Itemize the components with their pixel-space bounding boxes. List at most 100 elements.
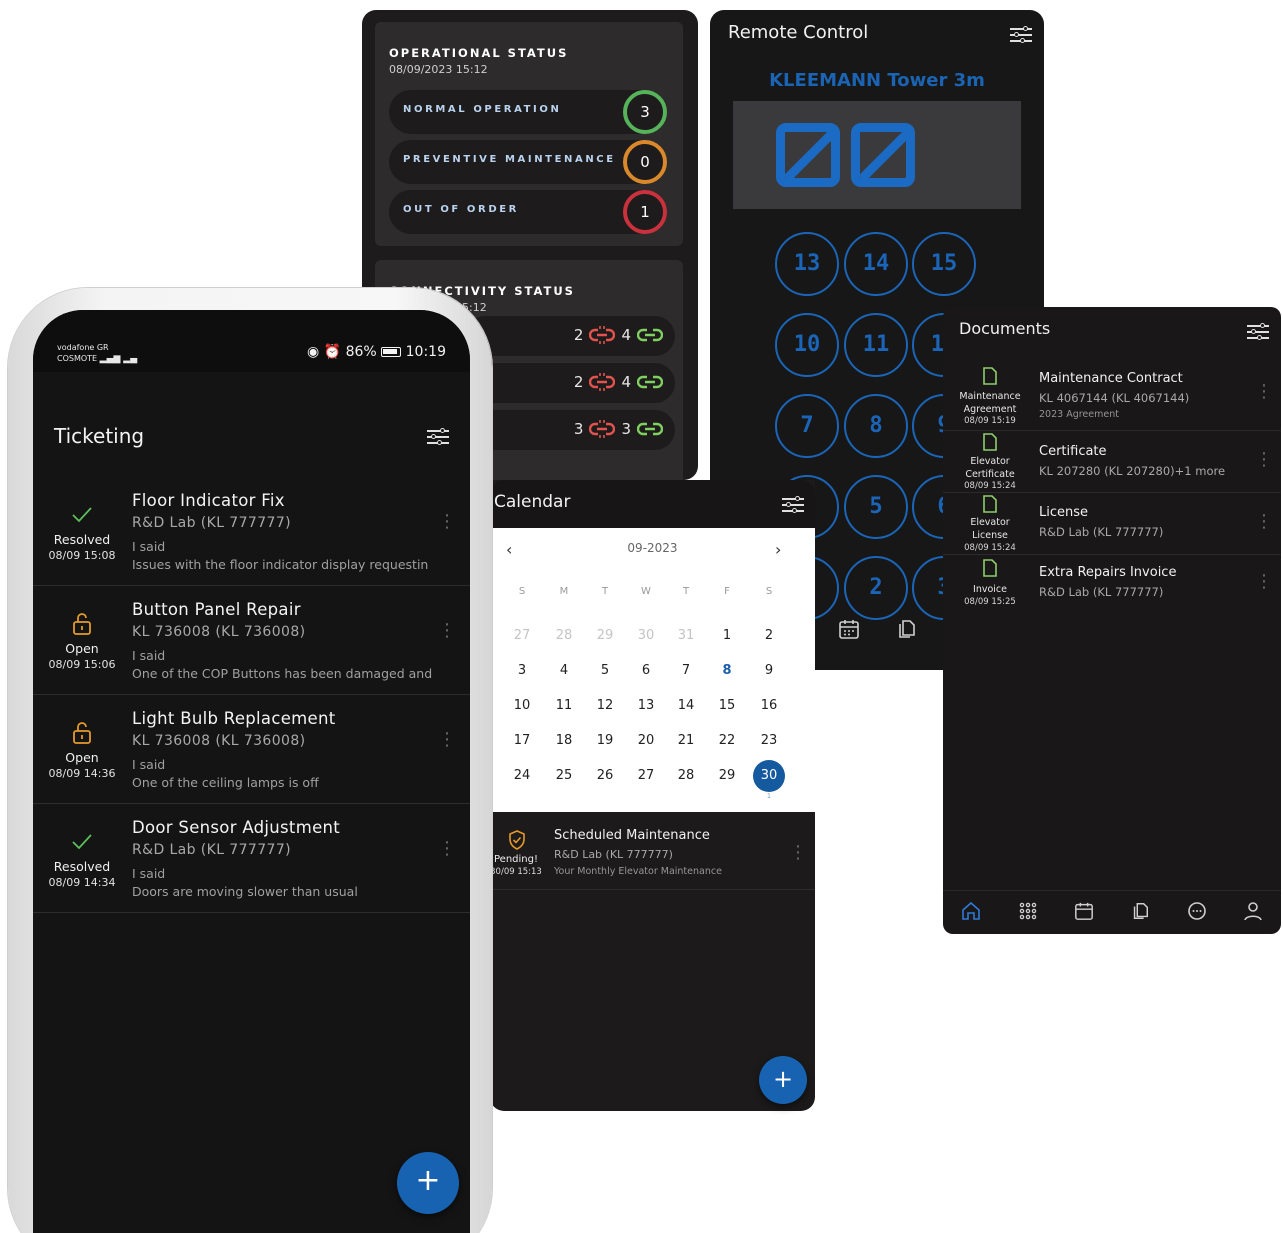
floor-button[interactable]: 13 (775, 232, 839, 296)
calendar-day[interactable]: 4 (544, 663, 584, 678)
calendar-day[interactable]: 29 (585, 628, 625, 643)
more-options-icon[interactable]: ⋮ (1255, 383, 1273, 401)
ticket-item[interactable]: Open 08/09 14:36 Light Bulb Replacement KL … (33, 695, 470, 804)
calendar-day[interactable]: 15 (707, 698, 747, 713)
calendar-day[interactable]: 1 (707, 628, 747, 643)
home-icon[interactable] (961, 901, 981, 926)
more-options-icon[interactable]: ⋮ (1255, 573, 1273, 591)
calendar-day[interactable]: 10 (502, 698, 542, 713)
filter-icon[interactable] (1247, 323, 1269, 341)
calendar-day[interactable]: 30 (749, 768, 789, 783)
calendar-day[interactable]: 13 (626, 698, 666, 713)
ticket-date: 08/09 14:34 (48, 876, 116, 889)
floor-button[interactable]: 11 (844, 313, 908, 377)
document-kind: Elevator Certificate (965, 456, 1015, 480)
calendar-day[interactable]: 19 (585, 733, 625, 748)
normal-operation-row[interactable]: NORMAL OPERATION 3 (389, 90, 667, 134)
add-event-button[interactable]: + (759, 1056, 807, 1104)
documents-icon[interactable] (1130, 901, 1150, 926)
calendar-day[interactable]: 27 (626, 768, 666, 783)
connectivity-row[interactable]: 2 4 (465, 316, 675, 356)
calendar-event[interactable]: Pending! 30/09 15:13 Scheduled Maintenan… (490, 812, 815, 890)
calendar-day[interactable]: 30 (626, 628, 666, 643)
calendar-day[interactable]: 22 (707, 733, 747, 748)
calendar-day[interactable]: 16 (749, 698, 789, 713)
calendar-day[interactable]: 24 (502, 768, 542, 783)
calendar-day[interactable]: 23 (749, 733, 789, 748)
floor-button[interactable]: 5 (844, 475, 908, 539)
document-kind: Elevator License (970, 517, 1010, 541)
documents-icon[interactable] (892, 618, 920, 646)
more-options-icon[interactable]: ⋮ (1255, 513, 1273, 531)
floor-button[interactable]: 8 (844, 394, 908, 458)
connectivity-row[interactable]: 3 3 (465, 410, 675, 450)
filter-icon[interactable] (782, 496, 804, 514)
calendar-day[interactable]: 25 (544, 768, 584, 783)
calendar-day[interactable]: 17 (502, 733, 542, 748)
calendar-day[interactable]: 14 (666, 698, 706, 713)
connected-count: 4 (621, 326, 631, 344)
ticket-item[interactable]: Open 08/09 15:06 Button Panel Repair KL 736… (33, 586, 470, 695)
calendar-day[interactable]: 26 (585, 768, 625, 783)
calendar-day[interactable]: 12 (585, 698, 625, 713)
calendar-day[interactable]: 20 (626, 733, 666, 748)
calendar-day[interactable]: 28 (666, 768, 706, 783)
floor-button[interactable]: 14 (844, 232, 908, 296)
calendar-day[interactable]: 21 (666, 733, 706, 748)
link-icon (637, 375, 663, 389)
event-title: Scheduled Maintenance (554, 828, 710, 843)
document-item[interactable]: Elevator Certificate 08/09 15:24 Certifi… (943, 431, 1281, 493)
ticket-item[interactable]: Resolved 08/09 14:34 Door Sensor Adjustmen… (33, 804, 470, 913)
filter-icon[interactable] (1010, 26, 1032, 44)
calendar-day[interactable]: 11 (544, 698, 584, 713)
calendar-day[interactable]: 3 (502, 663, 542, 678)
document-reference: R&D Lab (KL 777777) (1039, 585, 1164, 599)
more-options-icon[interactable]: ⋮ (1255, 451, 1273, 469)
more-options-icon[interactable]: ⋮ (438, 622, 456, 640)
document-date: 08/09 15:25 (964, 597, 1016, 607)
calendar-day[interactable]: 31 (666, 628, 706, 643)
document-item[interactable]: Invoice 08/09 15:25 Extra Repairs Invoic… (943, 555, 1281, 613)
link-icon (637, 422, 663, 436)
calendar-icon[interactable] (1074, 901, 1094, 926)
preventive-maintenance-row[interactable]: PREVENTIVE MAINTENANCE 0 (389, 140, 667, 184)
more-options-icon[interactable]: ⋮ (438, 513, 456, 531)
profile-icon[interactable] (1243, 901, 1263, 926)
next-month-icon[interactable]: › (775, 540, 781, 559)
calendar-day[interactable]: 5 (585, 663, 625, 678)
calendar-day[interactable]: 18 (544, 733, 584, 748)
apps-icon[interactable] (1018, 901, 1038, 926)
calendar-day[interactable]: 8 (707, 663, 747, 678)
ticket-location: R&D Lab (KL 777777) (132, 842, 291, 858)
ticket-title: Door Sensor Adjustment (132, 818, 341, 837)
chat-icon[interactable] (1187, 901, 1207, 926)
document-item[interactable]: Maintenance Agreement 08/09 15:19 Mainte… (943, 365, 1281, 431)
floor-button[interactable]: 15 (912, 232, 976, 296)
more-options-icon[interactable]: ⋮ (438, 840, 456, 858)
calendar-day[interactable]: 29 (707, 768, 747, 783)
out-of-order-row[interactable]: OUT OF ORDER 1 (389, 190, 667, 234)
calendar-day[interactable]: 27 (502, 628, 542, 643)
calendar-day[interactable]: 7 (666, 663, 706, 678)
calendar-icon[interactable] (835, 618, 863, 646)
shield-check-icon (509, 830, 525, 850)
filter-icon[interactable] (427, 428, 449, 446)
weekday-label: T (682, 586, 690, 597)
calendar-day[interactable]: 28 (544, 628, 584, 643)
more-options-icon[interactable]: ⋮ (789, 844, 807, 862)
document-item[interactable]: Elevator License 08/09 15:24 License R&D… (943, 493, 1281, 555)
ticket-status: Resolved (53, 859, 111, 874)
calendar-day[interactable]: 2 (749, 628, 789, 643)
floor-button[interactable]: 7 (775, 394, 839, 458)
ticket-item[interactable]: Resolved 08/09 15:08 Floor Indicator Fix R&… (33, 477, 470, 586)
floor-button[interactable]: 2 (844, 556, 908, 620)
floor-button[interactable]: 10 (775, 313, 839, 377)
more-options-icon[interactable]: ⋮ (438, 731, 456, 749)
calendar-day[interactable]: 6 (626, 663, 666, 678)
add-ticket-button[interactable]: + (397, 1152, 459, 1214)
ticket-status: Open (65, 750, 99, 765)
alarm-icon: ⏰ (323, 344, 342, 360)
connectivity-row[interactable]: R 2 4 (465, 363, 675, 403)
ticket-title: Floor Indicator Fix (132, 491, 285, 510)
calendar-day[interactable]: 9 (749, 663, 789, 678)
